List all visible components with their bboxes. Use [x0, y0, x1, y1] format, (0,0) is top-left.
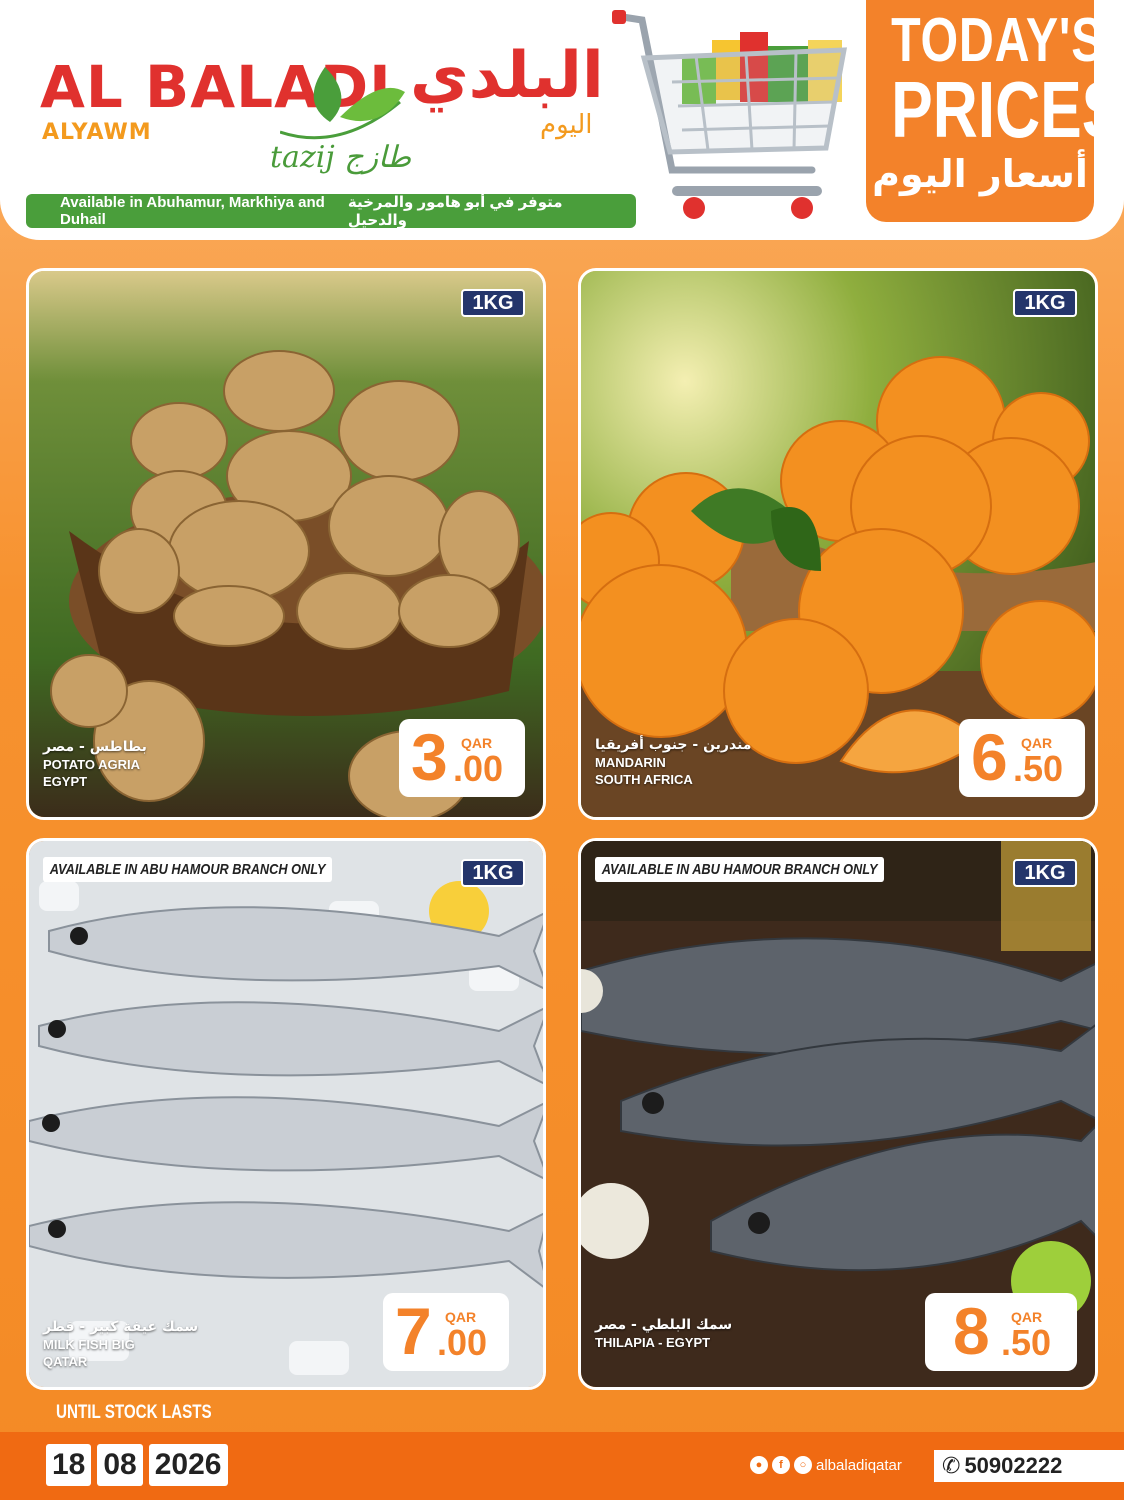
- price-box: 6 QAR .50: [959, 719, 1085, 797]
- price-integer: 8: [953, 1294, 990, 1368]
- product-origin: EGYPT: [43, 774, 88, 789]
- product-card-potato[interactable]: 1KG بطاطس - مصر POTATO AGRIA EGYPT 3 QAR…: [26, 268, 546, 820]
- footer: 18 08 2026 ● f ○ albaladiqatar ✆ 5090222…: [0, 1432, 1124, 1500]
- unit-badge: 1KG: [1013, 859, 1077, 887]
- price-box: 8 QAR .50: [925, 1293, 1077, 1371]
- brand-sub-en: ALYAWM: [42, 120, 152, 145]
- todays-title-2: PRICES: [891, 65, 1124, 154]
- product-name-en: THILAPIA - EGYPT: [595, 1335, 711, 1350]
- tagline-en: tazij: [270, 140, 335, 175]
- shopping-cart-icon: [612, 10, 848, 219]
- price-decimal: .50: [1001, 1322, 1052, 1363]
- snapchat-icon[interactable]: ●: [750, 1456, 768, 1474]
- brand-name-ar: البلدي: [410, 39, 604, 113]
- unit-badge: 1KG: [461, 859, 525, 887]
- product-name-en: POTATO AGRIA: [43, 757, 141, 772]
- availability-bar: Available in Abuhamur, Markhiya and Duha…: [26, 194, 636, 229]
- price-integer: 7: [395, 1294, 432, 1368]
- product-description: بطاطس - مصر POTATO AGRIA EGYPT: [43, 739, 147, 790]
- price-decimal: .00: [453, 748, 504, 789]
- price-integer: 6: [971, 720, 1008, 794]
- offer-date: 18 08 2026: [46, 1444, 228, 1486]
- product-name-en: MILK FISH BIG: [43, 1337, 135, 1352]
- tagline: tazij طازج: [270, 140, 411, 175]
- branch-note: AVAILABLE IN ABU HAMOUR BRANCH ONLY: [43, 857, 333, 882]
- instagram-icon[interactable]: ○: [794, 1456, 812, 1474]
- branch-note: AVAILABLE IN ABU HAMOUR BRANCH ONLY: [595, 857, 885, 882]
- facebook-icon[interactable]: f: [772, 1456, 790, 1474]
- product-origin: SOUTH AFRICA: [595, 772, 693, 787]
- product-description: مندرين - جنوب أفريقيا MANDARIN SOUTH AFR…: [595, 737, 751, 788]
- header: AL BALADI ALYAWM البلدي اليوم tazij طازج…: [0, 0, 1124, 240]
- todays-title-1: TODAY'S: [891, 6, 1105, 75]
- until-stock-lasts: UNTIL STOCK LASTS: [56, 1402, 212, 1423]
- product-description: سمك عيفة كبير - قطر MILK FISH BIG QATAR: [43, 1319, 198, 1370]
- todays-prices-box: TODAY'S PRICES أسعار اليوم: [862, 0, 1124, 226]
- product-name-ar: مندرين - جنوب أفريقيا: [595, 737, 752, 753]
- date-day: 18: [46, 1444, 92, 1486]
- whatsapp-number[interactable]: ✆ 50902222: [934, 1450, 1124, 1482]
- product-name-ar: سمك البلطي - مصر: [595, 1317, 733, 1333]
- date-year: 2026: [148, 1444, 228, 1486]
- price-decimal: .50: [1013, 748, 1064, 789]
- product-description: سمك البلطي - مصر THILAPIA - EGYPT: [595, 1317, 732, 1351]
- product-card-milk-fish[interactable]: AVAILABLE IN ABU HAMOUR BRANCH ONLY 1KG …: [26, 838, 546, 1390]
- price-integer: 3: [411, 720, 448, 794]
- todays-title-ar: أسعار اليوم: [872, 152, 1088, 196]
- phone-number[interactable]: 50902222: [964, 1453, 1062, 1479]
- price-box: 3 QAR .00: [399, 719, 525, 797]
- product-card-mandarin[interactable]: 1KG مندرين - جنوب أفريقيا MANDARIN SOUTH…: [578, 268, 1098, 820]
- price-box: 7 QAR .00: [383, 1293, 509, 1371]
- availability-ar: متوفر في أبو هامور والمرخية والدحيل: [347, 194, 563, 229]
- product-origin: QATAR: [43, 1354, 88, 1369]
- product-name-ar: سمك عيفة كبير - قطر: [43, 1319, 199, 1335]
- product-name-en: MANDARIN: [595, 755, 666, 770]
- availability-en: Available in Abuhamur, Markhiya and Duha…: [60, 194, 325, 228]
- brand-sub-ar: اليوم: [540, 110, 593, 140]
- product-card-tilapia[interactable]: AVAILABLE IN ABU HAMOUR BRANCH ONLY 1KG …: [578, 838, 1098, 1390]
- product-name-ar: بطاطس - مصر: [43, 739, 147, 755]
- unit-badge: 1KG: [461, 289, 525, 317]
- social-links[interactable]: ● f ○ albaladiqatar: [750, 1456, 902, 1474]
- whatsapp-icon: ✆: [942, 1453, 961, 1478]
- price-decimal: .00: [437, 1322, 488, 1363]
- tagline-ar: طازج: [344, 140, 412, 175]
- leaf-logo-icon: [280, 67, 405, 140]
- social-handle[interactable]: albaladiqatar: [816, 1457, 902, 1474]
- date-month: 08: [97, 1444, 143, 1486]
- unit-badge: 1KG: [1013, 289, 1077, 317]
